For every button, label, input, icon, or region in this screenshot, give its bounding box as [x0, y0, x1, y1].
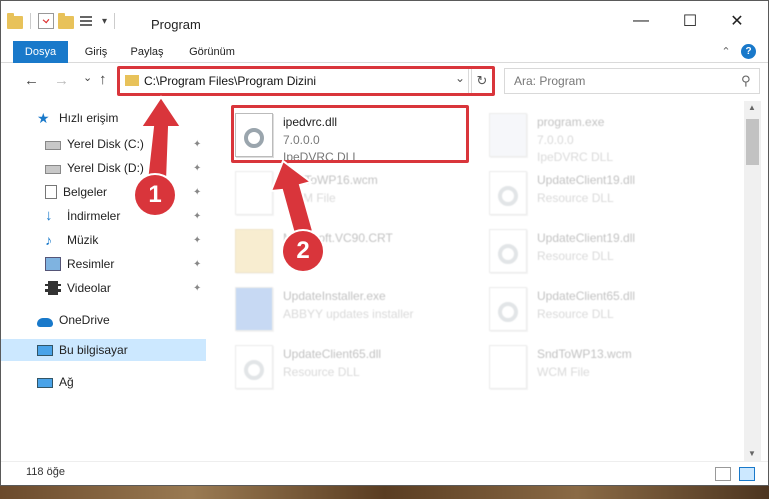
arrow-2: [269, 159, 315, 239]
step-2-badge: 2: [283, 231, 323, 271]
step-1-badge: 1: [135, 175, 175, 215]
explorer-window: ▾ Program — ☐ ✕ Dosya Giriş Paylaş Görün…: [0, 0, 769, 486]
desktop-background: [0, 486, 769, 499]
annotation-arrows: [139, 95, 315, 239]
arrow-1: [139, 95, 183, 182]
